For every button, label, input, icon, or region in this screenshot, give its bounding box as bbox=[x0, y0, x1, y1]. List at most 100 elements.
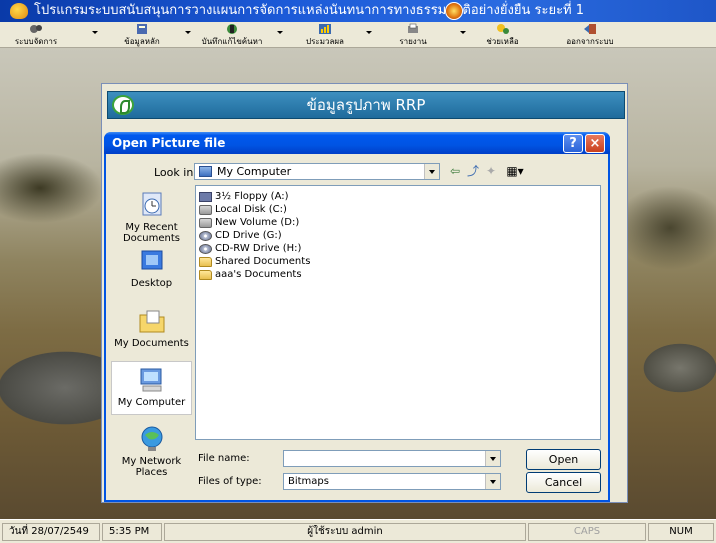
seal-icon bbox=[445, 2, 463, 20]
toolbar-label: ช่วยเหลือ bbox=[486, 37, 519, 46]
file-type-select[interactable]: Bitmaps bbox=[283, 473, 501, 490]
close-button[interactable]: × bbox=[585, 134, 605, 153]
status-user: ผู้ใช้ระบบ admin bbox=[164, 523, 526, 541]
status-bar: วันที่ 28/07/2549 5:35 PM ผู้ใช้ระบบ adm… bbox=[0, 519, 716, 543]
list-item[interactable]: CD Drive (G:) bbox=[199, 230, 282, 242]
look-in-select[interactable]: My Computer bbox=[194, 163, 440, 180]
list-item[interactable]: Shared Documents bbox=[199, 256, 310, 268]
list-item-label: CD-RW Drive (H:) bbox=[215, 243, 302, 254]
floppy-icon bbox=[199, 192, 212, 202]
new-folder-icon[interactable]: ✦ bbox=[482, 163, 500, 180]
status-time: 5:35 PM bbox=[102, 523, 162, 541]
list-item[interactable]: CD-RW Drive (H:) bbox=[199, 243, 301, 255]
drive-icon bbox=[199, 205, 212, 215]
list-item-label: New Volume (D:) bbox=[215, 217, 300, 228]
list-item[interactable]: aaa's Documents bbox=[199, 269, 302, 281]
look-in-value: My Computer bbox=[217, 165, 292, 178]
list-item-label: CD Drive (G:) bbox=[215, 230, 282, 241]
toolbar-process-button[interactable]: ประมวลผล bbox=[290, 23, 360, 47]
toolbar-report-button[interactable]: รายงาน bbox=[388, 23, 438, 47]
back-arrow-icon[interactable]: ⇦ bbox=[446, 163, 464, 180]
place-label: Desktop bbox=[130, 278, 173, 289]
view-menu-icon[interactable]: ▦▾ bbox=[502, 163, 528, 180]
place-label: My Documents bbox=[114, 338, 189, 349]
chevron-down-icon[interactable] bbox=[424, 164, 439, 179]
desktop-icon bbox=[141, 250, 162, 270]
status-date: วันที่ 28/07/2549 bbox=[2, 523, 100, 541]
my-computer-icon bbox=[140, 368, 161, 392]
toolbar-label: รายงาน bbox=[399, 37, 427, 46]
main-toolbar: ระบบจัดการ ข้อมูลหลัก บันทึกแก้ไขค้นหา ป… bbox=[0, 22, 716, 48]
place-my-computer[interactable]: My Computer bbox=[111, 361, 192, 415]
place-label: My Network Places bbox=[121, 456, 182, 478]
chevron-down-icon[interactable] bbox=[485, 474, 500, 489]
chevron-down-icon[interactable] bbox=[460, 31, 466, 34]
report-icon bbox=[408, 23, 418, 33]
system-icon bbox=[30, 25, 42, 33]
place-desktop[interactable]: Desktop bbox=[111, 247, 192, 289]
toolbar-label: ข้อมูลหลัก bbox=[124, 37, 160, 46]
status-num: NUM bbox=[648, 523, 714, 541]
exit-icon bbox=[584, 24, 596, 34]
cancel-button[interactable]: Cancel bbox=[526, 472, 601, 493]
data-icon bbox=[137, 24, 147, 34]
process-icon bbox=[319, 24, 331, 34]
toolbar-edit-button[interactable]: บันทึกแก้ไขค้นหา bbox=[192, 23, 272, 47]
chevron-down-icon[interactable] bbox=[92, 31, 98, 34]
place-label: My Recent Documents bbox=[122, 222, 181, 244]
app-title-bar: โปรแกรมระบบสนับสนุนการวางแผนการจัดการแหล… bbox=[0, 0, 716, 22]
chevron-down-icon[interactable] bbox=[277, 31, 283, 34]
open-button[interactable]: Open bbox=[526, 449, 601, 470]
file-name-input[interactable] bbox=[283, 450, 501, 467]
status-caps: CAPS bbox=[528, 523, 646, 541]
toolbar-label: บันทึกแก้ไขค้นหา bbox=[201, 37, 263, 46]
place-recent-documents[interactable]: My Recent Documents bbox=[111, 191, 192, 244]
place-my-documents[interactable]: My Documents bbox=[111, 307, 192, 349]
place-network-places[interactable]: My Network Places bbox=[111, 425, 192, 478]
list-item-label: Shared Documents bbox=[215, 256, 311, 267]
file-name-label: File name: bbox=[198, 453, 250, 464]
network-places-icon bbox=[141, 426, 162, 451]
toolbar-exit-button[interactable]: ออกจากระบบ bbox=[555, 23, 625, 47]
place-label: My Computer bbox=[117, 397, 186, 408]
chevron-down-icon[interactable] bbox=[366, 31, 372, 34]
edit-icon bbox=[227, 24, 237, 34]
file-list[interactable]: 3½ Floppy (A:) Local Disk (C:) New Volum… bbox=[195, 185, 601, 440]
toolbar-label: ประมวลผล bbox=[306, 37, 344, 46]
file-type-label: Files of type: bbox=[198, 476, 262, 487]
file-type-value: Bitmaps bbox=[288, 476, 329, 487]
computer-icon bbox=[199, 166, 212, 177]
cd-icon bbox=[199, 244, 212, 254]
open-picture-dialog: Open Picture file ? × Look in: My Comput… bbox=[104, 132, 610, 502]
list-item-label: 3½ Floppy (A:) bbox=[215, 191, 289, 202]
folder-icon bbox=[199, 257, 212, 267]
toolbar-data-button[interactable]: ข้อมูลหลัก bbox=[112, 23, 172, 47]
toolbar-label: ระบบจัดการ bbox=[14, 37, 58, 46]
places-bar: My Recent Documents Desktop My Documents… bbox=[111, 185, 192, 493]
toolbar-system-button[interactable]: ระบบจัดการ bbox=[6, 23, 66, 47]
help-icon bbox=[496, 24, 509, 34]
list-item-label: Local Disk (C:) bbox=[215, 204, 287, 215]
folder-icon bbox=[199, 270, 212, 280]
recent-documents-icon bbox=[142, 192, 161, 216]
rrp-logo-icon bbox=[112, 95, 134, 115]
toolbar-help-button[interactable]: ช่วยเหลือ bbox=[475, 23, 530, 47]
up-folder-icon[interactable]: ⤴ bbox=[464, 163, 482, 180]
toolbar-label: ออกจากระบบ bbox=[566, 37, 614, 46]
help-button[interactable]: ? bbox=[563, 134, 583, 153]
app-logo-icon bbox=[10, 3, 28, 19]
list-item-label: aaa's Documents bbox=[215, 269, 302, 280]
list-item[interactable]: New Volume (D:) bbox=[199, 217, 299, 229]
drive-icon bbox=[199, 218, 212, 228]
my-documents-icon bbox=[139, 310, 164, 333]
app-title: โปรแกรมระบบสนับสนุนการวางแผนการจัดการแหล… bbox=[34, 3, 585, 18]
look-in-label: Look in: bbox=[154, 166, 197, 179]
cd-icon bbox=[199, 231, 212, 241]
list-item[interactable]: 3½ Floppy (A:) bbox=[199, 191, 289, 203]
list-item[interactable]: Local Disk (C:) bbox=[199, 204, 287, 216]
dialog-title-bar: Open Picture file ? × bbox=[104, 132, 610, 154]
dialog-title: Open Picture file bbox=[112, 136, 226, 150]
rrp-header: ข้อมูลรูปภาพ RRP bbox=[107, 91, 625, 119]
chevron-down-icon[interactable] bbox=[185, 31, 191, 34]
chevron-down-icon[interactable] bbox=[485, 451, 500, 466]
